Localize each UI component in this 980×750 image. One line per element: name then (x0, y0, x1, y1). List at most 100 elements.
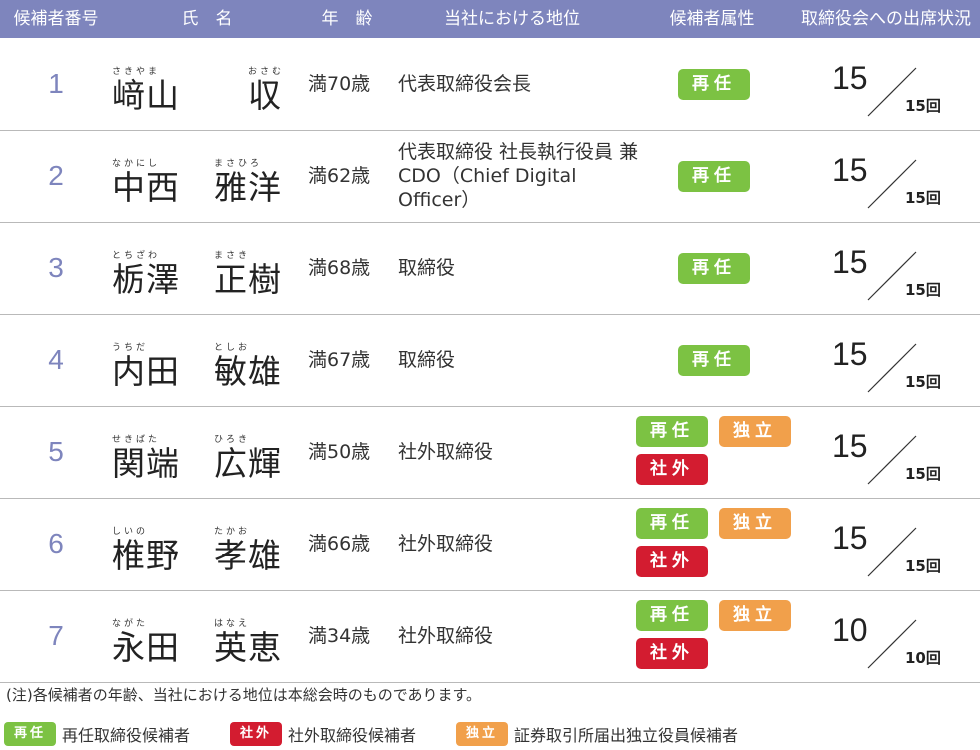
attendance-total: 15回 (905, 373, 941, 391)
attendance-count: 15 (832, 428, 868, 464)
reelect-badge: 再任 (636, 508, 708, 539)
surname: さきやま 﨑山 (112, 66, 180, 114)
age: 満62歳 (308, 165, 371, 187)
age: 満68歳 (308, 257, 371, 279)
attendance-total: 15回 (905, 189, 941, 207)
surname: しいの 椎野 (112, 526, 180, 574)
legend-reelect-badge: 再任 (4, 722, 56, 746)
surname-kanji: 永田 (112, 628, 180, 667)
reelect-badge: 再任 (678, 69, 750, 100)
surname-kanji: 関端 (112, 444, 180, 483)
position-text: 社外取締役 (398, 625, 494, 647)
surname-kanji: 栃澤 (112, 260, 180, 299)
outside-badge: 社外 (636, 638, 708, 669)
header-age: 年 齢 (321, 9, 373, 29)
attendance-total: 15回 (905, 465, 941, 483)
given-kanji: 収 (248, 76, 282, 115)
legend-outside-badge: 社外 (230, 722, 282, 746)
position: 社外取締役 (398, 406, 643, 498)
age: 満67歳 (308, 349, 371, 371)
table-row: 4 うちだ 内田 としお 敏雄 満67歳 取締役 再任 15 15回 (0, 314, 980, 407)
legend-reelect-text: 再任取締役候補者 (62, 726, 191, 745)
attendance-count: 15 (832, 152, 868, 188)
surname-kanji: 中西 (112, 168, 180, 207)
surname: なかにし 中西 (112, 158, 180, 206)
table-header: 候補者番号 氏 名 年 齢 当社における地位 候補者属性 取締役会への出席状況 (0, 0, 980, 38)
attendance-count: 15 (832, 520, 868, 556)
candidate-number: 5 (48, 436, 64, 467)
position-text: 取締役 (398, 349, 456, 371)
attendance-count: 15 (832, 336, 868, 372)
given-kanji: 正樹 (214, 260, 282, 299)
position: 社外取締役 (398, 498, 643, 590)
table-row: 3 とちざわ 栃澤 まさき 正樹 満68歳 取締役 再任 15 15回 (0, 222, 980, 315)
age: 満70歳 (308, 73, 371, 95)
independent-badge: 独立 (719, 416, 791, 447)
given-kanji: 孝雄 (214, 536, 282, 575)
given-name: ひろき 広輝 (214, 434, 282, 482)
surname: とちざわ 栃澤 (112, 250, 180, 298)
surname: せきばた 関端 (112, 434, 180, 482)
header-position: 当社における地位 (444, 9, 580, 29)
surname-kanji: 﨑山 (112, 76, 180, 115)
table-row: 7 ながた 永田 はなえ 英恵 満34歳 社外取締役 再任 独立 社外 10 1… (0, 590, 980, 683)
position: 社外取締役 (398, 590, 643, 682)
age: 満34歳 (308, 625, 371, 647)
attendance-total: 15回 (905, 281, 941, 299)
surname-kanji: 椎野 (112, 536, 180, 575)
table-row: 1 さきやま 﨑山 おさむ 収 満70歳 代表取締役会長 再任 15 15回 (0, 38, 980, 131)
outside-badge: 社外 (636, 546, 708, 577)
reelect-badge: 再任 (636, 416, 708, 447)
age: 満50歳 (308, 441, 371, 463)
attendance-count: 15 (832, 244, 868, 280)
position-text: 代表取締役 社長執行役員 兼 CDO（Chief Digital Officer… (398, 141, 639, 211)
reelect-badge: 再任 (678, 345, 750, 376)
position-text: 代表取締役会長 (398, 73, 532, 95)
header-name: 氏 名 (181, 9, 233, 29)
independent-badge: 独立 (719, 508, 791, 539)
surname-kanji: 内田 (112, 352, 180, 391)
position: 代表取締役 社長執行役員 兼 CDO（Chief Digital Officer… (398, 130, 643, 222)
legend-outside: 社外 社外取締役候補者 (230, 721, 416, 747)
given-kanji: 雅洋 (214, 168, 282, 207)
legend-reelect: 再任 再任取締役候補者 (4, 721, 190, 747)
position: 取締役 (398, 314, 643, 406)
legend-outside-text: 社外取締役候補者 (288, 726, 417, 745)
given-name: おさむ 収 (248, 66, 284, 114)
given-name: まさひろ 雅洋 (214, 158, 282, 206)
given-name: まさき 正樹 (214, 250, 282, 298)
position: 代表取締役会長 (398, 38, 643, 130)
independent-badge: 独立 (719, 600, 791, 631)
position-text: 取締役 (398, 257, 456, 279)
surname: ながた 永田 (112, 618, 180, 666)
position-text: 社外取締役 (398, 441, 494, 463)
header-number: 候補者番号 (13, 9, 99, 29)
footnote: (注)各候補者の年齢、当社における地位は本総会時のものであります。 (6, 686, 482, 704)
given-name: はなえ 英恵 (214, 618, 282, 666)
attendance-count: 10 (832, 612, 868, 648)
header-attributes: 候補者属性 (669, 9, 755, 29)
reelect-badge: 再任 (678, 161, 750, 192)
given-name: たかお 孝雄 (214, 526, 282, 574)
outside-badge: 社外 (636, 454, 708, 485)
position-text: 社外取締役 (398, 533, 494, 555)
candidate-number: 1 (48, 68, 64, 99)
header-attendance: 取締役会への出席状況 (801, 9, 971, 29)
attendance-total: 15回 (905, 557, 941, 575)
table-row: 2 なかにし 中西 まさひろ 雅洋 満62歳 代表取締役 社長執行役員 兼 CD… (0, 130, 980, 223)
given-kanji: 敏雄 (214, 352, 282, 391)
given-kanji: 広輝 (214, 444, 282, 483)
attendance-count: 15 (832, 60, 868, 96)
surname: うちだ 内田 (112, 342, 180, 390)
reelect-badge: 再任 (636, 600, 708, 631)
attendance-total: 15回 (905, 97, 941, 115)
reelect-badge: 再任 (678, 253, 750, 284)
legend-independent: 独立 証券取引所届出独立役員候補者 (456, 721, 738, 747)
position: 取締役 (398, 222, 643, 314)
age: 満66歳 (308, 533, 371, 555)
attendance-total: 10回 (905, 649, 941, 667)
candidate-number: 6 (48, 528, 64, 559)
legend-independent-badge: 独立 (456, 722, 508, 746)
given-kanji: 英恵 (214, 628, 282, 667)
table-row: 6 しいの 椎野 たかお 孝雄 満66歳 社外取締役 再任 独立 社外 15 1… (0, 498, 980, 591)
